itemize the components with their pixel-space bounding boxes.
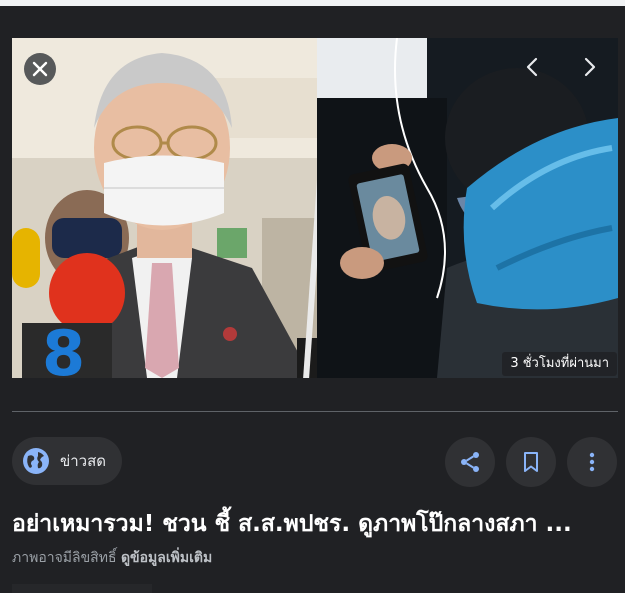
copyright-notice: ภาพอาจมีลิขสิทธิ์	[12, 550, 117, 566]
more-options-button[interactable]	[567, 437, 617, 487]
svg-text:8: 8	[42, 317, 85, 378]
divider	[12, 411, 618, 412]
share-button[interactable]	[445, 437, 495, 487]
image-preview[interactable]: 8	[12, 38, 618, 378]
bookmark-button[interactable]	[506, 437, 556, 487]
more-vert-icon	[589, 452, 595, 472]
photo-right	[317, 38, 618, 378]
previous-image-button[interactable]	[520, 54, 546, 80]
article-title-link[interactable]: อย่าเหมารวม! ชวน ชี้ ส.ส.พปชร. ดูภาพโป๊ก…	[12, 506, 618, 542]
chevron-left-icon	[526, 57, 538, 77]
photo-left: 8	[12, 38, 332, 378]
close-button[interactable]	[24, 53, 56, 85]
next-image-button[interactable]	[576, 54, 602, 80]
bookmark-icon	[524, 452, 538, 472]
more-info-link[interactable]: ดูข้อมูลเพิ่มเติม	[121, 550, 212, 566]
globe-icon	[23, 448, 49, 474]
time-badge: 3 ชั่วโมงที่ผ่านมา	[502, 352, 617, 376]
source-chip[interactable]: ข่าวสด	[12, 437, 122, 485]
top-border	[0, 0, 625, 6]
source-name: ข่าวสด	[60, 452, 106, 470]
chevron-right-icon	[584, 57, 596, 77]
share-icon	[461, 452, 479, 472]
close-icon	[32, 61, 48, 77]
copyright-line: ภาพอาจมีลิขสิทธิ์ ดูข้อมูลเพิ่มเติม	[12, 547, 212, 569]
clipped-next-row	[12, 584, 152, 593]
